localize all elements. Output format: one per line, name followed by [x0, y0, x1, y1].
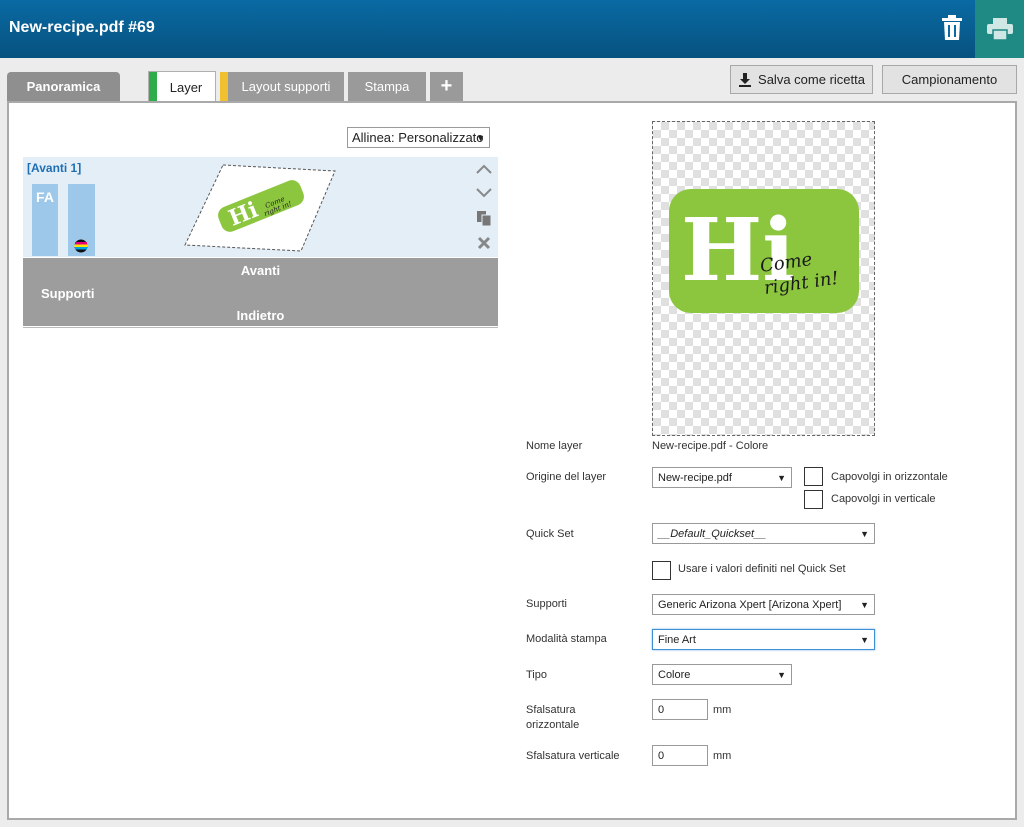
save-recipe-label: Salva come ricetta — [758, 72, 865, 87]
fa-bar: FA — [32, 184, 58, 256]
align-select[interactable]: Allinea: Personalizzato ▼ — [347, 127, 490, 148]
quickset-value: __Default_Quickset__ — [658, 527, 767, 540]
flip-vertical-label: Capovolgi in verticale — [831, 493, 936, 505]
chevron-down-icon: ▼ — [860, 599, 869, 610]
layer-origin-select[interactable]: New-recipe.pdf ▼ — [652, 467, 792, 488]
tab-stampa[interactable]: Stampa — [348, 72, 426, 101]
layer-name-value: New-recipe.pdf - Colore — [652, 440, 769, 452]
use-quickset-checkbox[interactable] — [652, 561, 671, 580]
layer-card[interactable]: [Avanti 1] FA Hi Come right in! — [23, 157, 498, 257]
offset-h-label-line1: Sfalsatura — [526, 704, 576, 716]
chevron-down-icon: ▼ — [476, 132, 485, 143]
layer-name-label: Nome layer — [526, 440, 583, 452]
flip-horizontal-label: Capovolgi in orizzontale — [831, 471, 948, 483]
layer-origin-value: New-recipe.pdf — [658, 471, 732, 484]
chevron-up-icon[interactable] — [475, 160, 493, 178]
media-select[interactable]: Generic Arizona Xpert [Arizona Xpert] ▼ — [652, 594, 875, 615]
layer-preview: Hi Come right in! — [652, 121, 875, 436]
supports-area: Avanti Supporti Indietro — [23, 258, 498, 326]
chevron-down-icon: ▼ — [777, 669, 786, 680]
offset-v-label: Sfalsatura verticale — [526, 750, 620, 762]
logo-image: Hi Come right in! — [669, 189, 859, 313]
divider — [23, 327, 498, 328]
offset-h-label-line2: orizzontale — [526, 719, 580, 731]
flip-horizontal-checkbox[interactable] — [804, 467, 823, 486]
type-select[interactable]: Colore ▼ — [652, 664, 792, 685]
close-icon[interactable] — [475, 234, 493, 252]
type-label: Tipo — [526, 669, 547, 681]
offset-horizontal-unit: mm — [713, 704, 732, 716]
quickset-select[interactable]: __Default_Quickset__ ▼ — [652, 523, 875, 544]
fa-label: FA — [36, 189, 54, 205]
offset-vertical-value: 0 — [658, 749, 665, 762]
save-recipe-button[interactable]: Salva come ricetta — [730, 65, 873, 94]
type-value: Colore — [658, 668, 691, 681]
print-mode-select[interactable]: Fine Art ▼ — [652, 629, 875, 650]
tab-layout-supporti[interactable]: Layout supporti — [220, 72, 344, 101]
supports-front: Avanti — [240, 263, 281, 278]
flip-vertical-checkbox[interactable] — [804, 490, 823, 509]
trash-icon[interactable] — [930, 8, 974, 48]
app-header: New-recipe.pdf #69 — [0, 0, 1024, 58]
align-value: Allinea: Personalizzato — [352, 130, 484, 145]
tab-layout-label: Layout supporti — [241, 79, 331, 94]
chevron-down-icon: ▼ — [860, 528, 869, 539]
print-button[interactable] — [975, 0, 1024, 58]
media-value: Generic Arizona Xpert [Arizona Xpert] — [658, 598, 842, 611]
print-mode-label: Modalità stampa — [526, 633, 607, 645]
document-title: New-recipe.pdf #69 — [9, 19, 155, 36]
layer-card-name: [Avanti 1] — [27, 161, 82, 175]
layer-thumbnail: Hi Come right in! — [184, 164, 336, 252]
tab-panoramica[interactable]: Panoramica — [7, 72, 120, 101]
tab-color-strip — [149, 72, 157, 102]
tab-layer[interactable]: Layer — [148, 71, 216, 102]
quickset-label: Quick Set — [526, 528, 574, 540]
download-icon — [739, 72, 752, 87]
chevron-down-icon: ▼ — [777, 472, 786, 483]
offset-horizontal-input[interactable]: 0 — [652, 699, 708, 720]
use-quickset-label: Usare i valori definiti nel Quick Set — [678, 563, 846, 575]
tab-layer-label: Layer — [169, 79, 203, 95]
supports-label: Supporti — [41, 286, 95, 301]
color-bar — [68, 184, 95, 256]
chevron-down-icon[interactable] — [475, 184, 493, 202]
offset-horizontal-value: 0 — [658, 703, 665, 716]
copy-icon[interactable] — [475, 209, 493, 227]
offset-vertical-unit: mm — [713, 750, 732, 762]
add-tab-button[interactable]: + — [430, 72, 463, 101]
sampling-button[interactable]: Campionamento — [882, 65, 1017, 94]
offset-vertical-input[interactable]: 0 — [652, 745, 708, 766]
chevron-down-icon: ▼ — [860, 634, 869, 645]
printer-icon — [986, 18, 1013, 40]
media-label: Supporti — [526, 598, 567, 610]
supports-back: Indietro — [236, 308, 285, 323]
print-mode-value: Fine Art — [658, 633, 696, 646]
tab-color-strip — [220, 72, 228, 101]
layer-origin-label: Origine del layer — [526, 471, 607, 483]
cmyk-icon — [74, 239, 88, 253]
